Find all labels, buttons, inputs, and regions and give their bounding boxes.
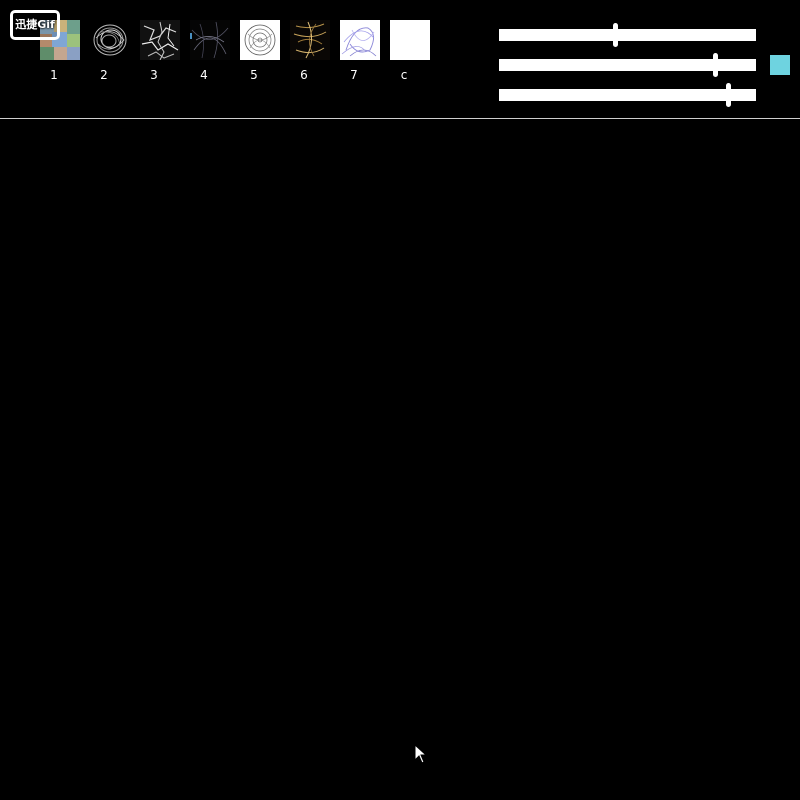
brush-thumbnail-2[interactable] (90, 20, 130, 60)
mouse-pointer-icon (414, 743, 428, 768)
slider-3[interactable] (499, 83, 756, 107)
brush-thumbnail-6[interactable] (290, 20, 330, 60)
brush-thumbnail-3[interactable] (140, 20, 180, 60)
thumbnail-label-6: 6 (300, 68, 308, 82)
slider-2[interactable] (499, 53, 756, 77)
toolbar: 迅捷Gif 1 2 3 4 5 6 7 c (0, 0, 800, 119)
watermark-badge: 迅捷Gif (10, 10, 60, 40)
thumbnail-label-2: 2 (100, 68, 108, 82)
thumbnail-label-4: 4 (200, 68, 208, 82)
slider-2-knob[interactable] (712, 53, 718, 77)
slider-3-knob[interactable] (725, 83, 731, 107)
drawing-canvas[interactable] (0, 120, 800, 800)
brush-thumbnail-5[interactable] (240, 20, 280, 60)
brush-thumbnail-7[interactable] (340, 20, 380, 60)
clear-thumbnail[interactable] (390, 20, 430, 60)
thumbnail-label-5: 5 (250, 68, 258, 82)
brush-thumbnail-4[interactable] (190, 20, 230, 60)
slider-1[interactable] (499, 23, 756, 47)
thumbnail-label-c: c (400, 68, 408, 82)
thumbnail-label-1: 1 (50, 68, 58, 82)
thumbnail-label-7: 7 (350, 68, 358, 82)
color-swatch[interactable] (770, 55, 790, 75)
slider-1-knob[interactable] (612, 23, 618, 47)
thumbnail-label-3: 3 (150, 68, 158, 82)
